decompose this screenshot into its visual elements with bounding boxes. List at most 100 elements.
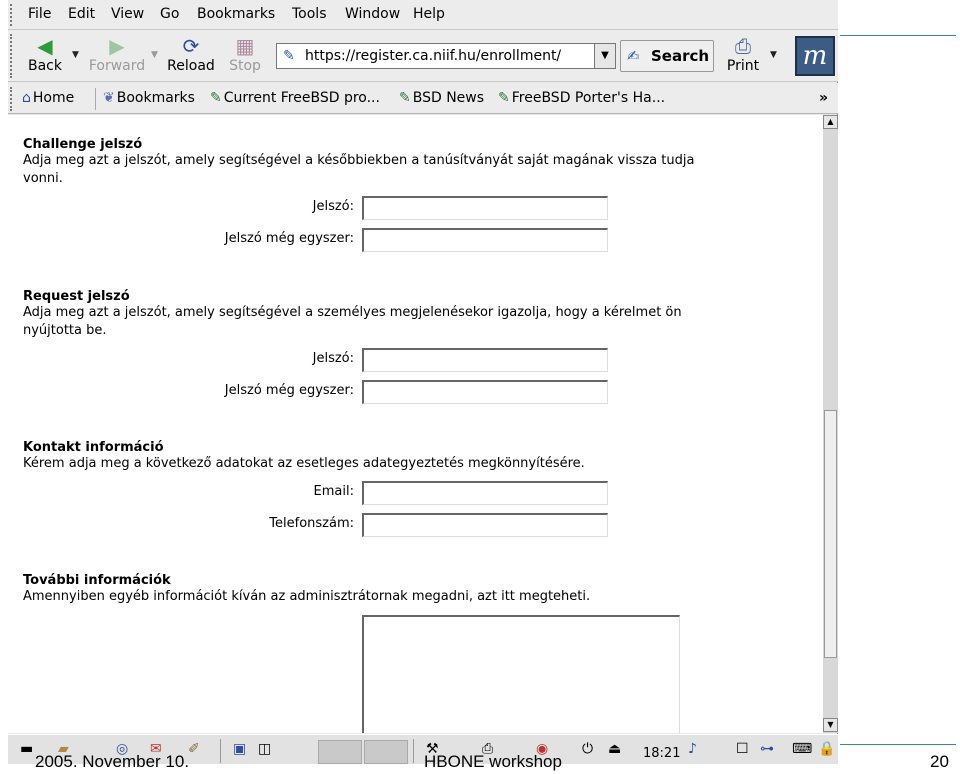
contact-section: Kontakt információ Kérem adja meg a köve… bbox=[23, 440, 813, 473]
further-info-section: További információk Amennyiben egyéb inf… bbox=[23, 573, 813, 606]
scrollbar-thumb[interactable] bbox=[824, 410, 837, 658]
challenge-password-repeat-input[interactable] bbox=[362, 228, 608, 252]
bookmarks-label: Bookmarks bbox=[116, 90, 195, 106]
bookmarks-icon: ❦ bbox=[103, 90, 115, 106]
request-password-input[interactable] bbox=[362, 348, 608, 372]
scroll-up-button[interactable]: ▲ bbox=[823, 115, 838, 129]
footer-event: HBONE workshop bbox=[424, 752, 562, 771]
contact-title: Kontakt információ bbox=[23, 440, 164, 455]
window-list-icon[interactable]: ◫ bbox=[258, 741, 271, 763]
menubar-grip[interactable] bbox=[10, 4, 14, 26]
challenge-title: Challenge jelszó bbox=[23, 137, 143, 152]
keyboard-layout-icon[interactable]: ⌨ bbox=[792, 741, 812, 763]
bookmark-label: BSD News bbox=[412, 90, 485, 106]
url-input[interactable]: ✎ https://register.ca.niif.hu/enrollment… bbox=[276, 43, 616, 69]
lock-screen-icon[interactable]: ⏻ bbox=[582, 741, 593, 763]
menu-window[interactable]: Window bbox=[345, 6, 400, 22]
bookmarks-toolbar: ⌂ Home ❦ Bookmarks ✎ Current FreeBSD pro...… bbox=[8, 83, 838, 114]
url-history-dropdown[interactable]: ▼ bbox=[594, 43, 616, 69]
arrow-down-icon: ▼ bbox=[827, 720, 834, 729]
bookmark-item[interactable]: ✎ FreeBSD Porter's Ha... bbox=[498, 90, 665, 106]
browser-window: File Edit View Go Bookmarks Tools Window… bbox=[8, 0, 838, 746]
bookmark-pen-icon: ✎ bbox=[399, 90, 411, 106]
bookmarksbar-grip[interactable] bbox=[10, 87, 14, 111]
workspace-3[interactable] bbox=[318, 740, 362, 764]
challenge-password-input[interactable] bbox=[362, 196, 608, 220]
email-input[interactable] bbox=[362, 481, 608, 505]
print-dropdown-icon[interactable]: ▼ bbox=[770, 50, 777, 60]
bookmark-pen-icon: ✎ bbox=[210, 90, 222, 106]
stop-icon: ▦ bbox=[235, 34, 255, 58]
contact-description: Kérem adja meg a következő adatokat az e… bbox=[23, 456, 585, 471]
reload-label: Reload bbox=[167, 58, 215, 74]
vertical-scrollbar[interactable]: ▲ ▼ bbox=[823, 115, 838, 733]
phone-label: Telefonszám: bbox=[269, 516, 354, 531]
forward-label: Forward bbox=[88, 58, 146, 74]
bookmarks-separator bbox=[95, 88, 96, 110]
forward-dropdown-icon[interactable]: ▼ bbox=[151, 50, 158, 60]
taskbar-clock[interactable]: 18:21 bbox=[643, 746, 680, 761]
padlock-icon[interactable]: 🔒 bbox=[818, 741, 835, 763]
menu-bar: File Edit View Go Bookmarks Tools Window… bbox=[8, 0, 838, 30]
challenge-password-repeat-label: Jelszó még egyszer: bbox=[224, 231, 354, 246]
pager-icon[interactable]: ▣ bbox=[233, 741, 246, 763]
further-info-textarea[interactable] bbox=[362, 615, 680, 733]
stop-button[interactable]: ▦ Stop bbox=[225, 34, 265, 78]
menu-tools[interactable]: Tools bbox=[292, 6, 327, 22]
challenge-description: Adja meg azt a jelszót, amely segítségév… bbox=[23, 153, 695, 168]
print-button[interactable]: ⎙ Print bbox=[725, 34, 761, 78]
menu-help[interactable]: Help bbox=[413, 6, 445, 22]
show-desktop-icon[interactable]: ▬ bbox=[20, 741, 33, 763]
request-description-cont: nyújtotta be. bbox=[23, 323, 107, 338]
printer-icon: ⎙ bbox=[735, 34, 751, 58]
phone-input[interactable] bbox=[362, 513, 608, 537]
page-content: Challenge jelszó Adja meg azt a jelszót,… bbox=[8, 115, 823, 733]
toolbar-grip[interactable] bbox=[10, 34, 14, 78]
navigation-toolbar: ◀ Back ▼ ▶ Forward ▼ ⟳ Reload ▦ Stop ✎ h… bbox=[8, 30, 838, 82]
menu-file[interactable]: File bbox=[28, 6, 51, 22]
reload-icon: ⟳ bbox=[182, 34, 200, 58]
footer-date: 2005. November 10. bbox=[35, 752, 190, 771]
request-password-repeat-input[interactable] bbox=[362, 380, 608, 404]
bookmark-item[interactable]: ✎ Current FreeBSD pro... bbox=[210, 90, 380, 106]
forward-button[interactable]: ▶ Forward bbox=[86, 34, 148, 78]
bookmark-item[interactable]: ✎ BSD News bbox=[399, 90, 484, 106]
taskbar-separator bbox=[413, 739, 414, 763]
menu-view[interactable]: View bbox=[111, 6, 144, 22]
menu-go[interactable]: Go bbox=[160, 6, 179, 22]
editor-icon[interactable]: ✐ bbox=[188, 741, 200, 763]
url-text: https://register.ca.niif.hu/enrollment/ bbox=[305, 48, 562, 64]
search-button[interactable]: ✍ Search bbox=[620, 40, 714, 72]
network-plug-icon[interactable]: ⊶ bbox=[760, 741, 774, 763]
back-button[interactable]: ◀ Back bbox=[22, 34, 68, 78]
bookmarks-menu-button[interactable]: ❦ Bookmarks bbox=[103, 90, 195, 106]
menu-bookmarks[interactable]: Bookmarks bbox=[197, 6, 275, 22]
back-dropdown-icon[interactable]: ▼ bbox=[72, 50, 79, 60]
forward-arrow-icon: ▶ bbox=[109, 34, 125, 58]
bookmarks-overflow-button[interactable]: » bbox=[819, 90, 828, 106]
logout-icon[interactable]: ⏏ bbox=[608, 741, 621, 763]
scroll-down-button[interactable]: ▼ bbox=[823, 718, 838, 732]
email-label: Email: bbox=[313, 484, 354, 499]
footer-page-number: 20 bbox=[930, 752, 949, 771]
workspace-4[interactable] bbox=[364, 740, 408, 764]
print-label: Print bbox=[726, 58, 760, 74]
taskbar-separator bbox=[220, 739, 221, 763]
challenge-password-label: Jelszó: bbox=[312, 199, 354, 214]
mozilla-throbber-logo[interactable]: m bbox=[795, 36, 835, 76]
site-icon: ✎ bbox=[283, 48, 295, 64]
notification-box-icon[interactable]: ☐ bbox=[736, 741, 749, 763]
volume-icon[interactable]: ♪ bbox=[688, 741, 697, 763]
request-description: Adja meg azt a jelszót, amely segítségév… bbox=[23, 305, 682, 320]
home-label: Home bbox=[32, 90, 75, 106]
slide-top-line bbox=[840, 35, 956, 36]
request-section: Request jelszó Adja meg azt a jelszót, a… bbox=[23, 289, 813, 340]
home-button[interactable]: ⌂ Home bbox=[22, 90, 74, 106]
search-label: Search bbox=[651, 47, 710, 65]
request-title: Request jelszó bbox=[23, 289, 130, 304]
stop-label: Stop bbox=[229, 58, 261, 74]
menu-edit[interactable]: Edit bbox=[68, 6, 95, 22]
challenge-section: Challenge jelszó Adja meg azt a jelszót,… bbox=[23, 137, 813, 188]
reload-button[interactable]: ⟳ Reload bbox=[165, 34, 217, 78]
request-password-label: Jelszó: bbox=[312, 351, 354, 366]
